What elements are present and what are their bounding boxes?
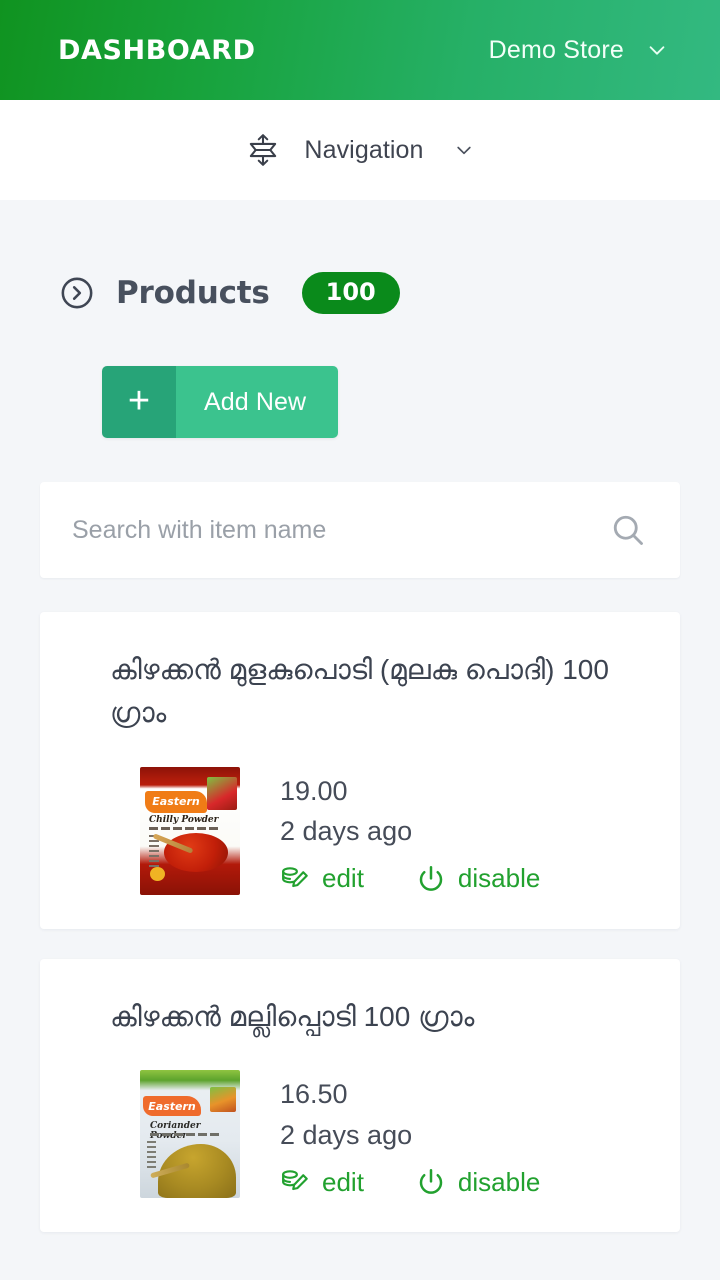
expand-vertical-icon: [246, 133, 280, 167]
app-header: DASHBOARD Demo Store: [0, 0, 720, 100]
product-updated-time: 2 days ago: [280, 1119, 413, 1150]
navigation-label: Navigation: [304, 135, 424, 164]
power-icon: [416, 864, 446, 894]
chevron-down-icon: [448, 140, 474, 160]
section-title: Products: [116, 275, 270, 311]
product-actions: edit disable: [280, 1167, 650, 1198]
store-selector[interactable]: Demo Store: [489, 36, 686, 65]
product-actions: edit disable: [280, 863, 650, 894]
search-icon[interactable]: [610, 512, 646, 548]
packet-subtext: [149, 826, 219, 830]
section-header: Products 100: [40, 200, 680, 314]
disable-button[interactable]: disable: [416, 863, 540, 894]
coriander-powder-packet-image: Eastern Coriander Powder: [140, 1070, 240, 1199]
packet-variant-label: Chilly Powder: [149, 815, 219, 826]
brand-logo: Eastern: [145, 791, 207, 813]
edit-label: edit: [322, 863, 364, 894]
plus-icon: +: [102, 366, 176, 438]
packet-bowl-art: [164, 833, 228, 872]
product-body: Eastern Coriander Powder 16.50 2 days ag…: [70, 1070, 650, 1199]
packet-corner-tag: [210, 1086, 236, 1113]
search-bar[interactable]: [40, 482, 680, 578]
product-price: 19.00: [280, 775, 348, 806]
chevron-right-circle-icon[interactable]: [60, 276, 94, 310]
packet-seal-art: [150, 866, 165, 881]
store-name-label: Demo Store: [488, 35, 624, 64]
add-new-label: Add New: [176, 366, 339, 438]
product-meta: 19.00 2 days ago edit disable: [280, 767, 650, 894]
product-list: കിഴക്കൻ മുളകുപൊടി (മുലകു പൊദി) 100 ഗ്രാം…: [40, 612, 680, 1233]
edit-button[interactable]: edit: [280, 1167, 364, 1198]
edit-database-icon: [280, 864, 310, 894]
product-meta: 16.50 2 days ago edit disable: [280, 1070, 650, 1197]
chilly-powder-packet-image: Eastern Chilly Powder: [140, 766, 240, 895]
add-new-button[interactable]: + Add New: [102, 366, 339, 438]
navigation-bar[interactable]: Navigation: [0, 100, 720, 200]
products-count-badge: 100: [301, 272, 400, 314]
page-title: DASHBOARD: [58, 34, 256, 66]
packet-corner-tag: [207, 777, 237, 811]
chevron-down-icon: [646, 39, 668, 61]
product-name: കിഴക്കൻ മുളകുപൊടി (മുലകു പൊദി) 100 ഗ്രാം: [110, 654, 609, 729]
product-updated-time: 2 days ago: [280, 816, 413, 847]
edit-database-icon: [280, 1167, 310, 1197]
packet-side-text: [147, 1140, 156, 1169]
edit-label: edit: [322, 1166, 364, 1197]
brand-logo: Eastern: [143, 1095, 201, 1117]
packet-subtext: [150, 1132, 220, 1136]
product-body: Eastern Chilly Powder 19.00 2 days ago e…: [70, 766, 650, 895]
product-price: 16.50: [280, 1079, 348, 1110]
navigation-toggle[interactable]: Navigation: [246, 133, 473, 167]
power-icon: [416, 1167, 446, 1197]
product-thumbnail: Eastern Chilly Powder: [140, 766, 240, 895]
page-content: Products 100 + Add New കിഴക്കൻ മുളകുപൊടി…: [0, 200, 720, 1280]
disable-label: disable: [457, 1166, 541, 1197]
edit-button[interactable]: edit: [280, 863, 364, 894]
search-input[interactable]: [72, 515, 610, 545]
product-thumbnail: Eastern Coriander Powder: [140, 1070, 240, 1199]
packet-variant-label: Coriander Powder: [150, 1121, 201, 1142]
product-card[interactable]: കിഴക്കൻ മുളകുപൊടി (മുലകു പൊദി) 100 ഗ്രാം…: [40, 612, 680, 929]
disable-button[interactable]: disable: [416, 1167, 540, 1198]
product-card[interactable]: കിഴക്കൻ മല്ലിപ്പൊടി 100 ഗ്രാം Eastern Co…: [40, 958, 680, 1233]
plus-glyph: +: [127, 379, 151, 422]
product-name: കിഴക്കൻ മല്ലിപ്പൊടി 100 ഗ്രാം: [110, 1000, 475, 1032]
disable-label: disable: [457, 863, 541, 894]
